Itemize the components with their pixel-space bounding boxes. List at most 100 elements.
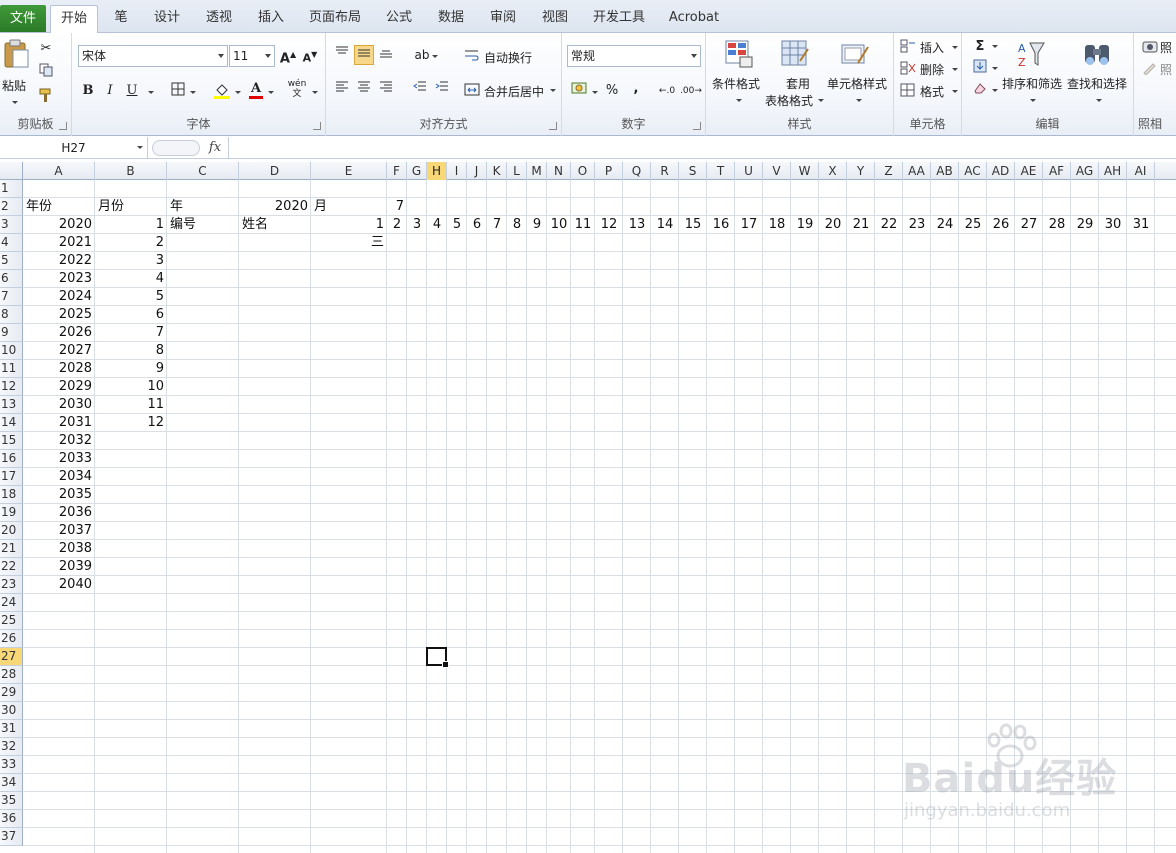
- cell-A14[interactable]: 2031: [23, 414, 95, 432]
- font-color-icon[interactable]: A: [246, 79, 266, 99]
- column-header-S[interactable]: S: [679, 162, 707, 180]
- phonetic-dropdown-icon[interactable]: [312, 91, 318, 94]
- column-header-AA[interactable]: AA: [903, 162, 931, 180]
- column-header-AF[interactable]: AF: [1043, 162, 1071, 180]
- font-color-dropdown-icon[interactable]: [268, 91, 274, 94]
- row-header-26[interactable]: 26: [0, 630, 23, 648]
- column-header-AC[interactable]: AC: [959, 162, 987, 180]
- column-header-R[interactable]: R: [651, 162, 679, 180]
- autosum-button[interactable]: Σ: [970, 37, 990, 57]
- column-header-AD[interactable]: AD: [987, 162, 1015, 180]
- italic-button[interactable]: I: [100, 81, 120, 101]
- cell-P3[interactable]: 12: [595, 216, 623, 234]
- cell-A16[interactable]: 2033: [23, 450, 95, 468]
- cell-B2[interactable]: 月份: [95, 198, 167, 216]
- cut-icon[interactable]: ✂: [36, 39, 56, 59]
- cell-R3[interactable]: 14: [651, 216, 679, 234]
- cell-AH3[interactable]: 30: [1099, 216, 1127, 234]
- cell-A8[interactable]: 2025: [23, 306, 95, 324]
- cell-F3[interactable]: 2: [387, 216, 407, 234]
- cell-A17[interactable]: 2034: [23, 468, 95, 486]
- cell-AD3[interactable]: 26: [987, 216, 1015, 234]
- row-header-36[interactable]: 36: [0, 810, 23, 828]
- underline-dropdown-icon[interactable]: [148, 91, 154, 94]
- tab-developer[interactable]: 开发工具: [586, 5, 652, 33]
- row-header-33[interactable]: 33: [0, 756, 23, 774]
- tab-data[interactable]: 数据: [430, 5, 472, 33]
- cell-V3[interactable]: 18: [763, 216, 791, 234]
- row-header-28[interactable]: 28: [0, 666, 23, 684]
- column-header-I[interactable]: I: [447, 162, 467, 180]
- format-as-table-button[interactable]: 套用 表格格式: [764, 37, 826, 108]
- cell-B4[interactable]: 2: [95, 234, 167, 252]
- cell-AA3[interactable]: 23: [903, 216, 931, 234]
- accounting-format-icon[interactable]: [570, 81, 590, 101]
- decrease-indent-icon[interactable]: [410, 79, 430, 99]
- tab-view[interactable]: 视图: [534, 5, 576, 33]
- cell-A15[interactable]: 2032: [23, 432, 95, 450]
- cell-B3[interactable]: 1: [95, 216, 167, 234]
- cell-H3[interactable]: 4: [427, 216, 447, 234]
- cell-A4[interactable]: 2021: [23, 234, 95, 252]
- tab-formulas[interactable]: 公式: [378, 5, 420, 33]
- orientation-icon[interactable]: ab: [412, 45, 432, 65]
- row-header-10[interactable]: 10: [0, 342, 23, 360]
- cell-A18[interactable]: 2035: [23, 486, 95, 504]
- column-header-F[interactable]: F: [387, 162, 407, 180]
- row-header-13[interactable]: 13: [0, 396, 23, 414]
- column-header-AH[interactable]: AH: [1099, 162, 1127, 180]
- alignment-launcher-icon[interactable]: [549, 122, 557, 130]
- clipboard-launcher-icon[interactable]: [59, 122, 67, 130]
- cell-I3[interactable]: 5: [447, 216, 467, 234]
- column-header-A[interactable]: A: [23, 162, 95, 180]
- cell-B11[interactable]: 9: [95, 360, 167, 378]
- cell-A10[interactable]: 2027: [23, 342, 95, 360]
- borders-dropdown-icon[interactable]: [190, 91, 196, 94]
- tab-acrobat[interactable]: Acrobat: [662, 5, 726, 33]
- column-header-J[interactable]: J: [467, 162, 487, 180]
- row-header-21[interactable]: 21: [0, 540, 23, 558]
- name-box-dropdown-icon[interactable]: [137, 146, 143, 149]
- cell-B13[interactable]: 11: [95, 396, 167, 414]
- borders-icon[interactable]: [168, 81, 188, 101]
- cell-A11[interactable]: 2028: [23, 360, 95, 378]
- number-launcher-icon[interactable]: [693, 122, 701, 130]
- cell-J3[interactable]: 6: [467, 216, 487, 234]
- row-header-16[interactable]: 16: [0, 450, 23, 468]
- align-middle-icon[interactable]: [354, 45, 374, 65]
- row-header-25[interactable]: 25: [0, 612, 23, 630]
- row-header-5[interactable]: 5: [0, 252, 23, 270]
- cell-styles-button[interactable]: 单元格样式: [826, 37, 892, 107]
- column-header-AE[interactable]: AE: [1015, 162, 1043, 180]
- column-header-Z[interactable]: Z: [875, 162, 903, 180]
- row-header-6[interactable]: 6: [0, 270, 23, 288]
- cell-N3[interactable]: 10: [547, 216, 571, 234]
- row-header-12[interactable]: 12: [0, 378, 23, 396]
- row-header-34[interactable]: 34: [0, 774, 23, 792]
- tab-file[interactable]: 文件: [0, 5, 46, 32]
- column-header-Y[interactable]: Y: [847, 162, 875, 180]
- column-header-K[interactable]: K: [487, 162, 507, 180]
- cell-A3[interactable]: 2020: [23, 216, 95, 234]
- cell-U3[interactable]: 17: [735, 216, 763, 234]
- fill-color-dropdown-icon[interactable]: [235, 91, 241, 94]
- font-launcher-icon[interactable]: [313, 122, 321, 130]
- cell-T3[interactable]: 16: [707, 216, 735, 234]
- column-header-D[interactable]: D: [239, 162, 311, 180]
- cell-B9[interactable]: 7: [95, 324, 167, 342]
- shrink-font-icon[interactable]: A▼: [300, 45, 320, 65]
- cell-A12[interactable]: 2029: [23, 378, 95, 396]
- cell-W3[interactable]: 19: [791, 216, 819, 234]
- cell-B5[interactable]: 3: [95, 252, 167, 270]
- align-top-icon[interactable]: [332, 45, 352, 65]
- row-header-4[interactable]: 4: [0, 234, 23, 252]
- cell-M3[interactable]: 9: [527, 216, 547, 234]
- cell-A20[interactable]: 2037: [23, 522, 95, 540]
- comma-button[interactable]: ,: [626, 79, 646, 99]
- cell-Y3[interactable]: 21: [847, 216, 875, 234]
- cell-A7[interactable]: 2024: [23, 288, 95, 306]
- sort-filter-button[interactable]: A Z 排序和筛选: [1000, 37, 1064, 107]
- decrease-decimal-icon[interactable]: .00→: [680, 81, 702, 101]
- cell-AC3[interactable]: 25: [959, 216, 987, 234]
- row-header-18[interactable]: 18: [0, 486, 23, 504]
